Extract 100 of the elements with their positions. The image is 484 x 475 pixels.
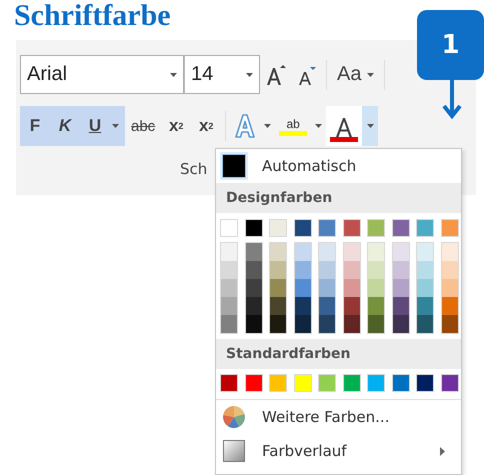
submenu-arrow-icon	[440, 446, 445, 456]
grow-font-icon	[266, 64, 286, 86]
font-name-field[interactable]: Arial	[20, 55, 184, 94]
caret-icon	[170, 72, 177, 76]
group-label: Sch	[180, 160, 208, 178]
automatic-color-item[interactable]: Automatisch	[216, 149, 461, 183]
color-swatch[interactable]	[392, 243, 408, 261]
color-swatch[interactable]	[221, 297, 237, 315]
color-swatch[interactable]	[392, 279, 408, 297]
color-swatch[interactable]	[246, 315, 262, 333]
color-swatch[interactable]	[294, 261, 310, 279]
superscript-button[interactable]: x$^{2}$	[191, 106, 222, 146]
color-swatch[interactable]	[294, 279, 310, 297]
color-swatch[interactable]	[392, 297, 408, 315]
color-swatch[interactable]	[392, 374, 410, 392]
color-swatch[interactable]	[344, 315, 360, 333]
color-swatch[interactable]	[417, 315, 433, 333]
color-swatch[interactable]	[269, 374, 287, 392]
color-swatch[interactable]	[220, 219, 238, 237]
step-number-callout: 1	[417, 10, 484, 80]
font-color-button[interactable]	[326, 106, 362, 146]
color-swatch[interactable]	[416, 374, 434, 392]
color-swatch[interactable]	[221, 261, 237, 279]
color-swatch[interactable]	[442, 315, 458, 333]
color-swatch[interactable]	[392, 219, 410, 237]
color-swatch[interactable]	[294, 219, 312, 237]
color-swatch[interactable]	[416, 219, 434, 237]
color-swatch[interactable]	[244, 219, 262, 237]
color-wheel-icon	[222, 405, 246, 429]
color-swatch[interactable]	[442, 297, 458, 315]
color-swatch[interactable]	[368, 261, 384, 279]
change-case-button[interactable]: Aa	[331, 58, 380, 90]
color-swatch[interactable]	[220, 374, 238, 392]
color-swatch[interactable]	[417, 279, 433, 297]
color-swatch[interactable]	[221, 243, 237, 261]
color-swatch[interactable]	[294, 297, 310, 315]
color-swatch[interactable]	[246, 279, 262, 297]
color-swatch[interactable]	[417, 297, 433, 315]
color-swatch[interactable]	[417, 243, 433, 261]
color-swatch[interactable]	[221, 279, 237, 297]
color-swatch[interactable]	[319, 297, 335, 315]
color-swatch[interactable]	[246, 261, 262, 279]
color-swatch[interactable]	[246, 243, 262, 261]
color-swatch[interactable]	[368, 315, 384, 333]
color-swatch[interactable]	[319, 243, 335, 261]
color-swatch[interactable]	[221, 315, 237, 333]
more-colors-item[interactable]: Weitere Farben...	[216, 400, 461, 434]
caret-icon	[246, 72, 253, 76]
color-swatch[interactable]	[368, 297, 384, 315]
color-swatch[interactable]	[367, 374, 385, 392]
color-swatch[interactable]	[270, 297, 286, 315]
caret-icon	[112, 124, 119, 128]
color-swatch[interactable]	[344, 243, 360, 261]
color-swatch[interactable]	[269, 219, 287, 237]
color-swatch[interactable]	[368, 279, 384, 297]
color-swatch[interactable]	[344, 297, 360, 315]
color-swatch[interactable]	[319, 315, 335, 333]
color-swatch[interactable]	[392, 261, 408, 279]
caret-icon	[264, 124, 272, 128]
color-swatch[interactable]	[442, 261, 458, 279]
color-swatch[interactable]	[417, 261, 433, 279]
color-swatch[interactable]	[442, 243, 458, 261]
color-swatch[interactable]	[319, 261, 335, 279]
down-arrow-icon	[442, 80, 462, 120]
color-swatch[interactable]	[442, 279, 458, 297]
page-heading: Schriftfarbe	[14, 0, 171, 32]
color-swatch[interactable]	[344, 279, 360, 297]
color-swatch[interactable]	[318, 374, 336, 392]
color-swatch[interactable]	[244, 374, 262, 392]
color-swatch[interactable]	[367, 219, 385, 237]
color-swatch[interactable]	[270, 243, 286, 261]
strikethrough-button[interactable]: abc	[125, 106, 162, 146]
color-swatch[interactable]	[319, 279, 335, 297]
theme-colors-header: Designfarben	[216, 183, 461, 213]
color-swatch[interactable]	[344, 261, 360, 279]
color-swatch[interactable]	[246, 297, 262, 315]
color-swatch[interactable]	[270, 261, 286, 279]
caret-icon	[366, 124, 374, 128]
gradient-item[interactable]: Farbverlauf	[216, 434, 461, 468]
color-swatch[interactable]	[294, 315, 310, 333]
color-swatch[interactable]	[270, 315, 286, 333]
color-swatch[interactable]	[318, 219, 336, 237]
shrink-font-icon	[298, 64, 316, 84]
color-swatch[interactable]	[342, 374, 360, 392]
highlight-button[interactable]: ab	[275, 106, 312, 146]
font-color-dropdown[interactable]	[362, 106, 378, 146]
color-swatch[interactable]	[342, 219, 360, 237]
color-swatch[interactable]	[368, 243, 384, 261]
color-swatch[interactable]	[440, 374, 458, 392]
outlined-letter-icon	[234, 114, 256, 138]
font-size-field[interactable]: 14	[184, 55, 260, 94]
color-swatch[interactable]	[270, 279, 286, 297]
color-swatch[interactable]	[392, 315, 408, 333]
color-swatch[interactable]	[294, 374, 312, 392]
caret-icon	[367, 72, 374, 76]
color-swatch[interactable]	[440, 219, 458, 237]
italic-button[interactable]: K	[50, 106, 80, 146]
color-swatch[interactable]	[294, 243, 310, 261]
bold-button[interactable]: F	[20, 106, 50, 146]
underline-button[interactable]: U	[80, 106, 110, 146]
